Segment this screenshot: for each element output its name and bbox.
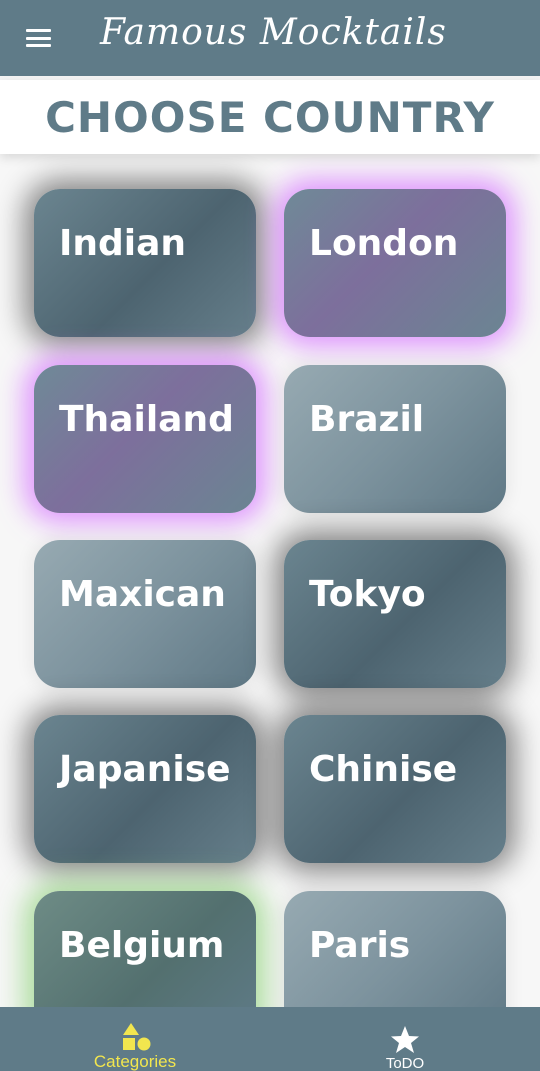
- menu-icon[interactable]: [26, 29, 51, 47]
- country-label: Maxican: [59, 574, 226, 615]
- country-label: Japanise: [59, 749, 231, 790]
- country-card-indian[interactable]: Indian: [34, 189, 256, 337]
- country-card-japanise[interactable]: Japanise: [34, 715, 256, 863]
- country-card-london[interactable]: London: [284, 189, 506, 337]
- country-card-tokyo[interactable]: Tokyo: [284, 540, 506, 688]
- page-title: CHOOSE COUNTRY: [45, 92, 495, 142]
- nav-todo[interactable]: ToDO: [270, 1007, 540, 1071]
- country-label: London: [309, 223, 459, 264]
- app-bar: Famous Mocktails: [0, 0, 540, 76]
- star-icon: [391, 1026, 419, 1053]
- country-label: Brazil: [309, 399, 425, 440]
- country-label: Belgium: [59, 925, 225, 966]
- nav-categories[interactable]: Categories: [0, 1007, 270, 1071]
- country-card-brazil[interactable]: Brazil: [284, 365, 506, 513]
- country-card-thailand[interactable]: Thailand: [34, 365, 256, 513]
- country-card-paris[interactable]: Paris: [284, 891, 506, 1007]
- country-label: Paris: [309, 925, 411, 966]
- nav-label-categories: Categories: [93, 1052, 177, 1071]
- country-label: Thailand: [59, 399, 234, 440]
- country-label: Chinise: [309, 749, 458, 790]
- country-label: Indian: [59, 223, 187, 264]
- heading-bar: CHOOSE COUNTRY: [0, 80, 540, 154]
- country-card-maxican[interactable]: Maxican: [34, 540, 256, 688]
- country-card-belgium[interactable]: Belgium: [34, 891, 256, 1007]
- categories-icon: [123, 1023, 151, 1051]
- country-card-chinise[interactable]: Chinise: [284, 715, 506, 863]
- nav-label-todo: ToDO: [385, 1055, 425, 1071]
- country-label: Tokyo: [309, 574, 426, 615]
- bottom-navigation: Categories ToDO: [0, 1007, 540, 1071]
- app-title: Famous Mocktails: [100, 12, 447, 53]
- country-grid: Indian London Thailand Brazil Maxican To…: [0, 154, 540, 1007]
